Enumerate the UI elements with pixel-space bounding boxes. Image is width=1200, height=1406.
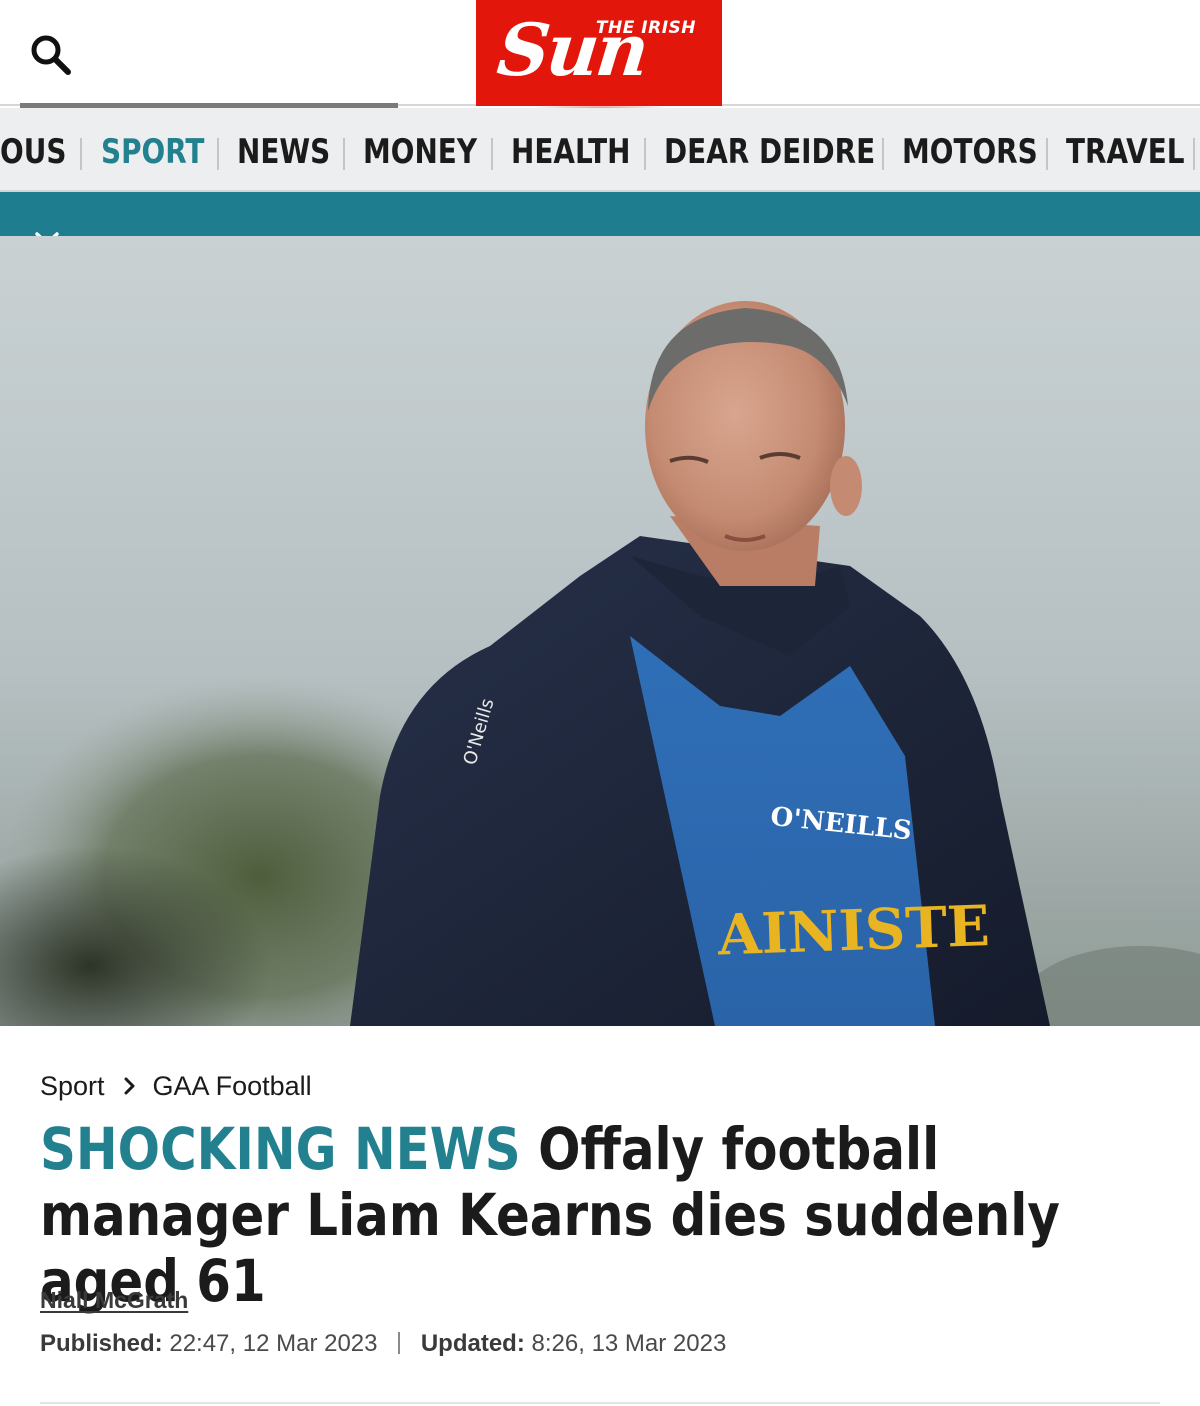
site-header: THE IRISH Sun [0,0,1200,112]
nav-separator [882,138,884,170]
site-logo[interactable]: THE IRISH Sun [476,0,722,106]
published-label: Published: [40,1330,163,1357]
article-dates: Published: 22:47, 12 Mar 2023 Updated: 8… [40,1330,726,1358]
breadcrumb: Sport GAA Football [40,1066,312,1106]
nav-item-famous[interactable]: OUS [0,108,66,190]
hero-photo: O'NEILLS AINISTE O'Neills [0,236,1200,1026]
nav-item-health[interactable]: HEALTH [511,108,630,190]
search-button[interactable] [26,30,76,80]
nav-separator [491,138,493,170]
nav-separator [217,138,219,170]
main-nav: OUS SPORT NEWS MONEY HEALTH DEAR DEIDRE … [0,108,1200,192]
nav-separator [1046,138,1048,170]
breadcrumb-gaa-football[interactable]: GAA Football [153,1071,312,1102]
nav-separator [80,138,82,170]
nav-item-sport[interactable]: SPORT [101,108,204,190]
nav-separator [1193,138,1195,170]
nav-separator [644,138,646,170]
nav-item-travel[interactable]: TRAVEL [1066,108,1185,190]
updated-label: Updated: [420,1330,525,1357]
chevron-right-icon [124,1077,135,1095]
logo-wordmark: Sun [493,7,651,92]
breadcrumb-sport[interactable]: Sport [40,1071,105,1102]
nav-item-money[interactable]: MONEY [363,108,477,190]
article-headline: SHOCKING NEWS Offaly football manager Li… [40,1116,1141,1314]
author-link[interactable]: Niall McGrath [40,1287,188,1314]
bib-main-text: AINISTE [716,893,991,968]
nav-item-dear-deidre[interactable]: DEAR DEIDRE [664,108,875,190]
nav-separator [343,138,345,170]
hero-image: O'NEILLS AINISTE O'Neills [0,236,1200,1026]
search-icon [31,35,71,75]
nav-item-motors[interactable]: MOTORS [902,108,1038,190]
section-divider [40,1402,1160,1404]
date-separator [398,1332,401,1354]
published-value: 22:47, 12 Mar 2023 [169,1330,378,1357]
headline-kicker: SHOCKING NEWS [40,1115,521,1183]
updated-value: 8:26, 13 Mar 2023 [531,1330,727,1357]
sub-nav-bar [0,192,1200,236]
nav-item-news[interactable]: NEWS [237,108,330,190]
